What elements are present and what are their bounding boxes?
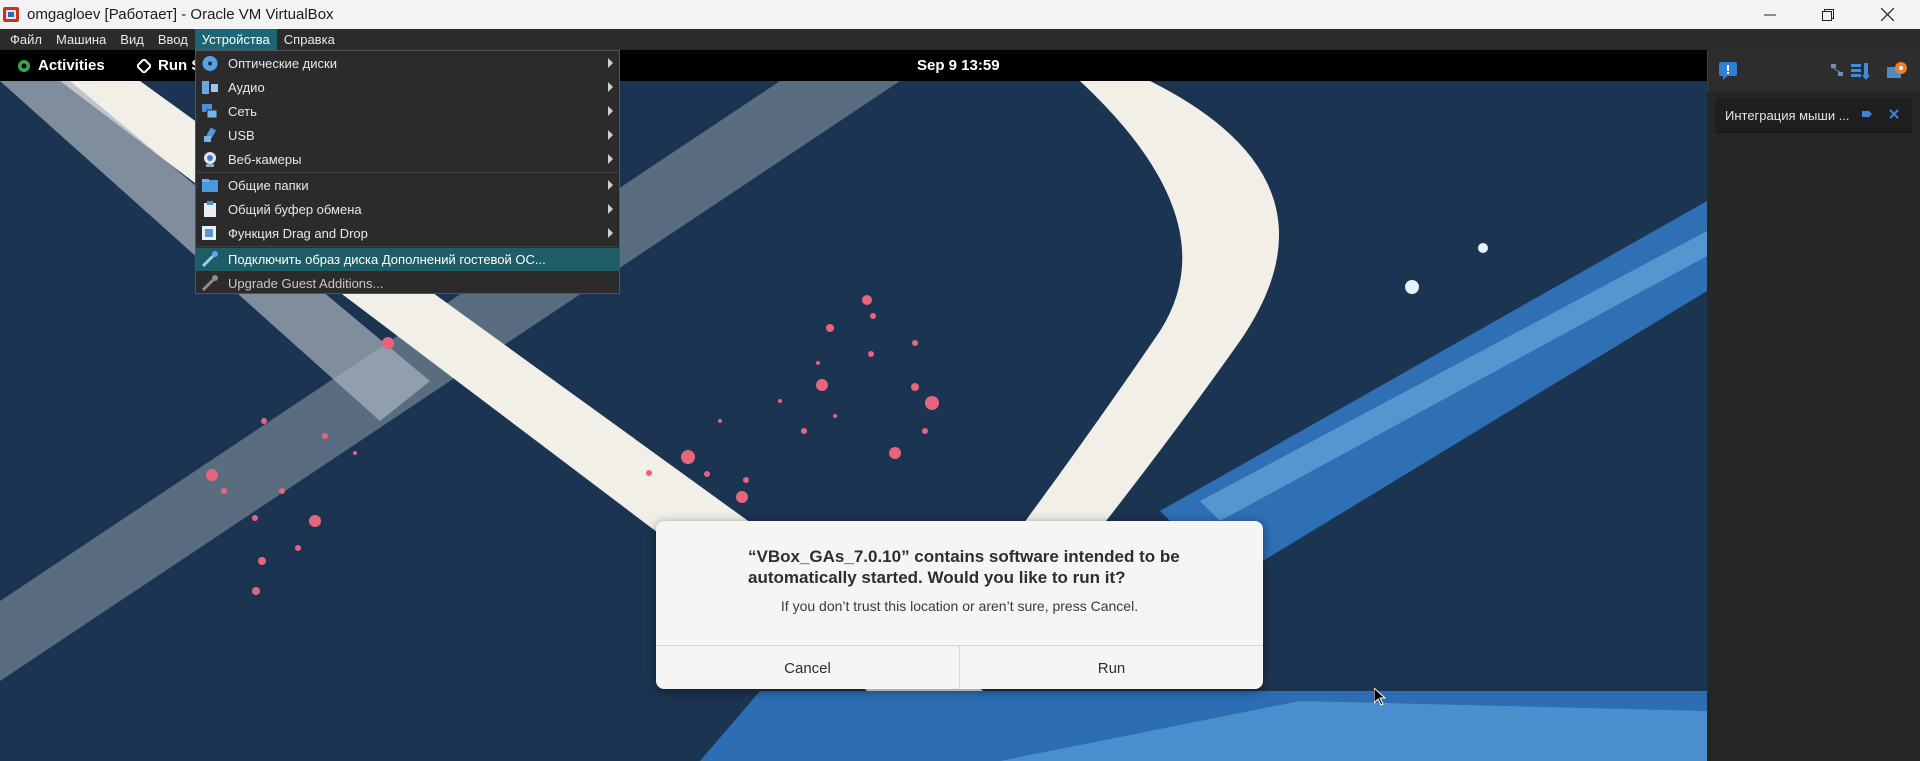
minimize-icon	[1764, 14, 1776, 15]
menu-machine[interactable]: Машина	[49, 29, 113, 50]
devices-menu: Оптические диски Аудио Сеть USB Веб-каме…	[195, 50, 620, 294]
menu-item-optical-drives[interactable]: Оптические диски	[196, 52, 619, 75]
submenu-arrow-icon	[608, 106, 613, 116]
menu-item-upgrade-guest-additions[interactable]: Upgrade Guest Additions...	[196, 272, 619, 295]
storage-activity-icon[interactable]	[1850, 61, 1870, 81]
upgrade-icon	[201, 275, 218, 292]
menu-devices[interactable]: Устройства	[194, 29, 277, 50]
virtualbox-app-icon	[3, 7, 19, 22]
menu-item-label: Сеть	[228, 104, 257, 119]
message-icon[interactable]	[1718, 61, 1738, 81]
menu-item-shared-folders[interactable]: Общие папки	[196, 174, 619, 197]
menu-item-network[interactable]: Сеть	[196, 100, 619, 123]
menu-item-audio[interactable]: Аудио	[196, 76, 619, 99]
menu-input[interactable]: Ввод	[151, 29, 195, 50]
submenu-arrow-icon	[608, 204, 613, 214]
menu-separator	[197, 246, 618, 247]
close-button[interactable]	[1864, 0, 1910, 29]
submenu-arrow-icon	[608, 154, 613, 164]
menu-separator	[197, 172, 618, 173]
fedora-logo-icon	[18, 59, 30, 72]
webcam-icon	[204, 152, 216, 167]
restore-icon	[1822, 8, 1834, 21]
optical-disc-icon	[202, 56, 218, 71]
menu-item-insert-guest-additions[interactable]: Подключить образ диска Дополнений гостев…	[196, 248, 619, 271]
restore-button[interactable]	[1805, 0, 1851, 29]
menu-item-label: Оптические диски	[228, 56, 337, 71]
clipboard-icon	[204, 201, 216, 217]
notification-panel: Интеграция мыши ...	[1707, 50, 1920, 761]
dialog-button-row: Cancel Run	[656, 645, 1263, 689]
dialog-heading: “VBox_GAs_7.0.10” contains software inte…	[748, 547, 1180, 587]
menu-bar: Файл Машина Вид Ввод Устройства Справка	[0, 29, 1920, 50]
cancel-button[interactable]: Cancel	[656, 646, 959, 689]
menu-help[interactable]: Справка	[277, 29, 342, 50]
menu-item-label: Общие папки	[228, 178, 309, 193]
menu-item-label: Функция Drag and Drop	[228, 226, 368, 241]
vm-settings-icon[interactable]	[1886, 61, 1908, 81]
notification-toolbar	[1707, 50, 1920, 92]
mouse-cursor-icon	[1374, 688, 1386, 706]
menu-item-label: Подключить образ диска Дополнений гостев…	[228, 252, 546, 267]
shared-folder-icon	[202, 179, 218, 192]
submenu-arrow-icon	[608, 180, 613, 190]
menu-item-usb[interactable]: USB	[196, 124, 619, 147]
drag-drop-icon	[202, 226, 216, 240]
network-activity-icon[interactable]	[1830, 63, 1844, 77]
toggle-icon[interactable]	[1861, 108, 1873, 120]
menu-item-label: Общий буфер обмена	[228, 202, 362, 217]
clock[interactable]: Sep 9 13:59	[917, 57, 1000, 74]
run-button[interactable]: Run	[959, 646, 1263, 689]
notification-text: Интеграция мыши ...	[1725, 108, 1850, 123]
menu-item-shared-clipboard[interactable]: Общий буфер обмена	[196, 198, 619, 221]
submenu-arrow-icon	[608, 228, 613, 238]
audio-icon	[202, 81, 218, 94]
menu-item-drag-and-drop[interactable]: Функция Drag and Drop	[196, 222, 619, 245]
menu-item-webcams[interactable]: Веб-камеры	[196, 148, 619, 171]
menu-view[interactable]: Вид	[113, 29, 151, 50]
activities-button[interactable]: Activities	[17, 57, 105, 74]
menu-file[interactable]: Файл	[3, 29, 49, 50]
activities-label: Activities	[38, 57, 105, 74]
close-notification-icon[interactable]	[1889, 109, 1899, 119]
menu-item-label: Upgrade Guest Additions...	[228, 276, 384, 291]
window-title-bar: omgagloev [Работает] - Oracle VM Virtual…	[0, 0, 1920, 30]
network-icon	[202, 104, 218, 119]
close-icon	[1880, 8, 1894, 21]
run-app-icon	[137, 58, 151, 73]
run-app-button[interactable]: Run S	[137, 57, 201, 74]
usb-icon	[204, 127, 217, 142]
guest-additions-icon	[201, 251, 218, 268]
menu-item-label: USB	[228, 128, 255, 143]
dialog-body: If you don’t trust this location or aren…	[780, 598, 1139, 614]
submenu-arrow-icon	[608, 130, 613, 140]
window-title: omgagloev [Работает] - Oracle VM Virtual…	[27, 6, 334, 23]
menu-item-label: Аудио	[228, 80, 265, 95]
submenu-arrow-icon	[608, 58, 613, 68]
submenu-arrow-icon	[608, 82, 613, 92]
autorun-dialog: “VBox_GAs_7.0.10” contains software inte…	[656, 521, 1263, 689]
menu-item-label: Веб-камеры	[228, 152, 302, 167]
minimize-button[interactable]	[1747, 0, 1793, 29]
